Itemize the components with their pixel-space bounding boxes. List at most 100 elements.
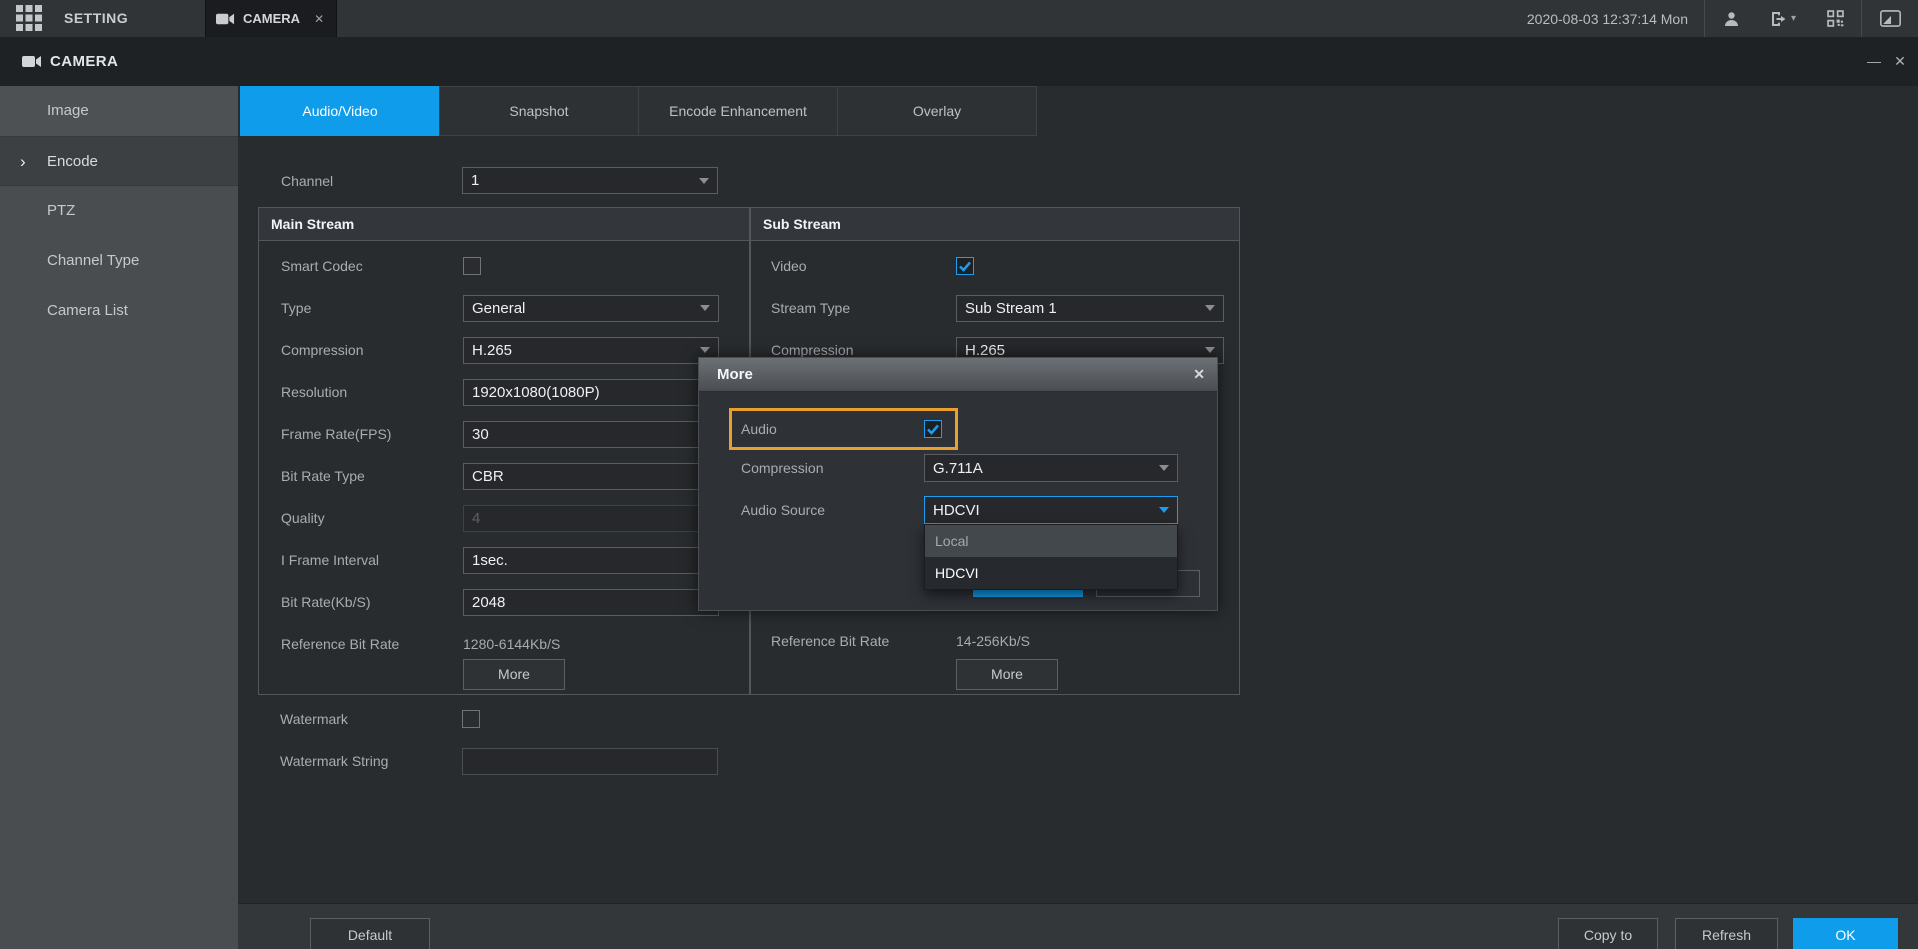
frame-rate-row: Frame Rate(FPS) 30 [259,413,749,455]
more-dialog: More ✕ Audio Compression G.711A Audio So… [698,357,1218,611]
resolution-dropdown[interactable]: 1920x1080(1080P) [463,379,719,406]
copy-to-button[interactable]: Copy to [1558,918,1658,949]
bit-rate-value: 2048 [472,594,505,611]
watermark-string-input[interactable] [462,748,718,775]
i-frame-interval-row: I Frame Interval 1sec. [259,539,749,581]
encode-content: Audio/Video Snapshot Encode Enhancement … [238,86,1918,949]
audio-source-value: HDCVI [933,502,980,519]
close-dialog-icon[interactable]: ✕ [1193,358,1205,392]
refresh-button[interactable]: Refresh [1675,918,1778,949]
compression-label: Compression [281,342,463,358]
i-frame-interval-dropdown[interactable]: 1sec. [463,547,719,574]
watermark-string-row: Watermark String [238,740,718,782]
resolution-value: 1920x1080(1080P) [472,384,600,401]
logout-icon [1770,11,1788,27]
more-dialog-title: More [717,366,753,383]
sidebar-item-camera-list[interactable]: Camera List [0,286,238,336]
sidebar-item-image[interactable]: Image [0,86,238,136]
compression-row: Compression H.265 [259,329,749,371]
tab-audio-video[interactable]: Audio/Video [240,86,440,136]
quality-label: Quality [281,510,463,526]
stream-type-label: Stream Type [771,300,956,316]
setting-label: SETTING [64,0,128,37]
audio-row: Audio [699,412,942,446]
i-frame-interval-value: 1sec. [472,552,508,569]
tab-encode-enhancement[interactable]: Encode Enhancement [638,86,838,136]
camera-top-tab[interactable]: CAMERA ✕ [205,0,337,37]
video-label: Video [771,258,956,274]
audio-label: Audio [741,421,924,437]
minimize-icon[interactable]: — [1862,37,1886,86]
video-checkbox[interactable] [956,257,974,275]
video-row: Video [751,245,1239,287]
watermark-row: Watermark [238,698,480,740]
tab-overlay[interactable]: Overlay [837,86,1037,136]
type-dropdown[interactable]: General [463,295,719,322]
chevron-down-icon [700,347,710,353]
watermark-checkbox[interactable] [462,710,480,728]
chevron-down-icon [1159,507,1169,513]
camera-icon [22,54,42,69]
option-local[interactable]: Local [925,525,1177,557]
option-hdcvi[interactable]: HDCVI [925,557,1177,589]
main-stream-more-button[interactable]: More [463,659,565,690]
sub-stream-more-button[interactable]: More [956,659,1058,690]
monitor-icon [1880,10,1901,27]
audio-compression-row: Compression G.711A [699,454,1178,482]
tab-snapshot[interactable]: Snapshot [439,86,639,136]
user-account-button[interactable] [1705,0,1757,37]
sidebar-item-label: Camera List [47,302,128,319]
smart-codec-label: Smart Codec [281,258,463,274]
qr-code-button[interactable] [1809,0,1861,37]
top-bar-right: 2020-08-03 12:37:14 Mon ▾ [1527,0,1918,37]
bit-rate-type-dropdown[interactable]: CBR [463,463,719,490]
compression-value: H.265 [472,342,512,359]
channel-value: 1 [471,172,479,189]
sidebar-item-label: Image [47,102,89,119]
tab-strip: Audio/Video Snapshot Encode Enhancement … [240,86,1037,136]
audio-compression-label: Compression [741,460,924,476]
resolution-row: Resolution 1920x1080(1080P) [259,371,749,413]
audio-checkbox[interactable] [924,420,942,438]
channel-dropdown[interactable]: 1 [462,167,718,194]
close-tab-icon[interactable]: ✕ [314,12,324,26]
bit-rate-row: Bit Rate(Kb/S) 2048 [259,581,749,623]
compression-dropdown[interactable]: H.265 [463,337,719,364]
sub-reference-bit-rate-label: Reference Bit Rate [771,633,956,649]
ok-button[interactable]: OK [1793,918,1898,949]
reference-bit-rate-label: Reference Bit Rate [281,636,463,652]
user-icon [1723,11,1740,27]
quality-dropdown: 4 [463,505,719,532]
more-dialog-title-bar[interactable]: More ✕ [699,358,1217,392]
quality-value: 4 [472,510,480,527]
smart-codec-row: Smart Codec [259,245,749,287]
smart-codec-checkbox[interactable] [463,257,481,275]
watermark-label: Watermark [280,711,462,727]
grid-icon-shape [16,5,43,32]
bit-rate-type-row: Bit Rate Type CBR [259,455,749,497]
sub-compression-value: H.265 [965,342,1005,359]
check-icon [956,257,974,275]
i-frame-interval-label: I Frame Interval [281,552,463,568]
frame-rate-label: Frame Rate(FPS) [281,426,463,442]
sidebar-item-encode[interactable]: › Encode [0,136,238,186]
bit-rate-dropdown[interactable]: 2048 [463,589,719,616]
window-title: CAMERA [50,37,118,86]
sidebar-item-ptz[interactable]: PTZ [0,186,238,236]
chevron-down-icon [1159,465,1169,471]
audio-source-dropdown[interactable]: HDCVI [924,496,1178,524]
sidebar-item-label: Channel Type [47,252,139,269]
stream-type-dropdown[interactable]: Sub Stream 1 [956,295,1224,322]
frame-rate-dropdown[interactable]: 30 [463,421,719,448]
camera-top-tab-label: CAMERA [243,11,300,26]
apps-grid-icon[interactable] [16,5,46,32]
close-window-icon[interactable]: ✕ [1888,37,1912,86]
chevron-down-icon [699,178,709,184]
logout-button[interactable]: ▾ [1757,0,1809,37]
type-row: Type General [259,287,749,329]
audio-compression-dropdown[interactable]: G.711A [924,454,1178,482]
sidebar-item-channel-type[interactable]: Channel Type [0,236,238,286]
display-output-button[interactable] [1862,0,1918,37]
sidebar: Image › Encode PTZ Channel Type Camera L… [0,86,238,949]
default-button[interactable]: Default [310,918,430,949]
